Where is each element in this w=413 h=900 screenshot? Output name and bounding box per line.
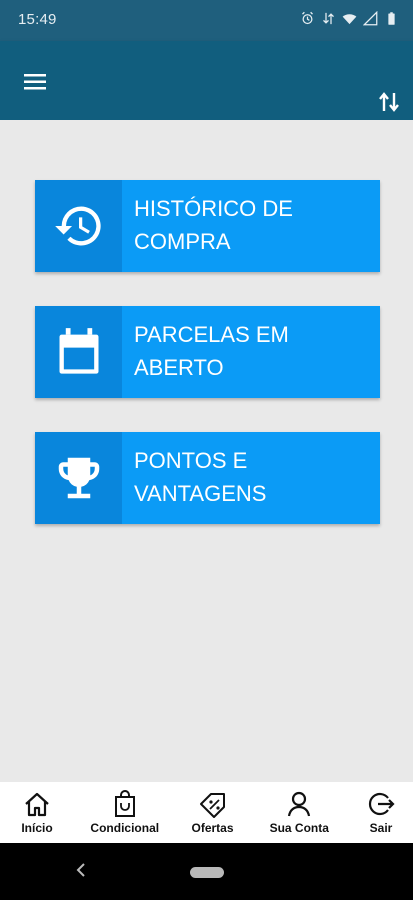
nav-item-account[interactable]: Sua Conta xyxy=(257,782,341,843)
home-icon xyxy=(22,789,52,819)
battery-icon xyxy=(384,11,399,26)
logout-icon xyxy=(366,789,396,819)
nav-item-home[interactable]: Início xyxy=(0,782,74,843)
nav-item-logout[interactable]: Sair xyxy=(349,782,413,843)
home-pill[interactable] xyxy=(190,867,224,878)
nav-item-conditional[interactable]: Condicional xyxy=(82,782,168,843)
card-icon-box xyxy=(35,180,122,272)
hamburger-menu-icon[interactable] xyxy=(22,68,52,96)
points-card[interactable]: PONTOS E VANTAGENS xyxy=(35,432,380,524)
card-label: PARCELAS EM ABERTO xyxy=(134,322,289,380)
nav-label: Ofertas xyxy=(191,821,234,835)
card-label: HISTÓRICO DE COMPRA xyxy=(134,196,293,254)
system-navigation-bar xyxy=(0,843,413,900)
card-icon-box xyxy=(35,432,122,524)
shopping-bag-icon xyxy=(110,789,140,819)
nav-item-offers[interactable]: Ofertas xyxy=(176,782,250,843)
main-content: HISTÓRICO DE COMPRA PARCELAS EM ABERTO P… xyxy=(0,120,413,782)
trophy-icon xyxy=(52,451,106,505)
back-icon[interactable] xyxy=(72,859,90,881)
swap-vertical-icon[interactable] xyxy=(377,89,401,115)
card-label: PONTOS E VANTAGENS xyxy=(134,448,267,506)
signal-icon xyxy=(363,11,378,26)
nav-label: Início xyxy=(21,821,53,835)
tag-percent-icon xyxy=(198,789,228,819)
nav-label: Condicional xyxy=(90,821,160,835)
wifi-icon xyxy=(342,11,357,26)
calendar-icon xyxy=(53,326,105,378)
history-card[interactable]: HISTÓRICO DE COMPRA xyxy=(35,180,380,272)
alarm-icon xyxy=(300,11,315,26)
bottom-navigation: Início Condicional Ofertas Sua Conta Sai… xyxy=(0,782,413,843)
status-bar: 15:49 xyxy=(0,0,413,41)
app-bar xyxy=(0,41,413,120)
user-icon xyxy=(284,789,314,819)
data-arrows-icon xyxy=(321,11,336,26)
status-time: 15:49 xyxy=(18,11,57,28)
nav-label: Sua Conta xyxy=(269,821,329,835)
status-icons xyxy=(300,11,399,26)
history-icon xyxy=(53,200,105,252)
nav-label: Sair xyxy=(369,821,393,835)
installments-card[interactable]: PARCELAS EM ABERTO xyxy=(35,306,380,398)
card-icon-box xyxy=(35,306,122,398)
